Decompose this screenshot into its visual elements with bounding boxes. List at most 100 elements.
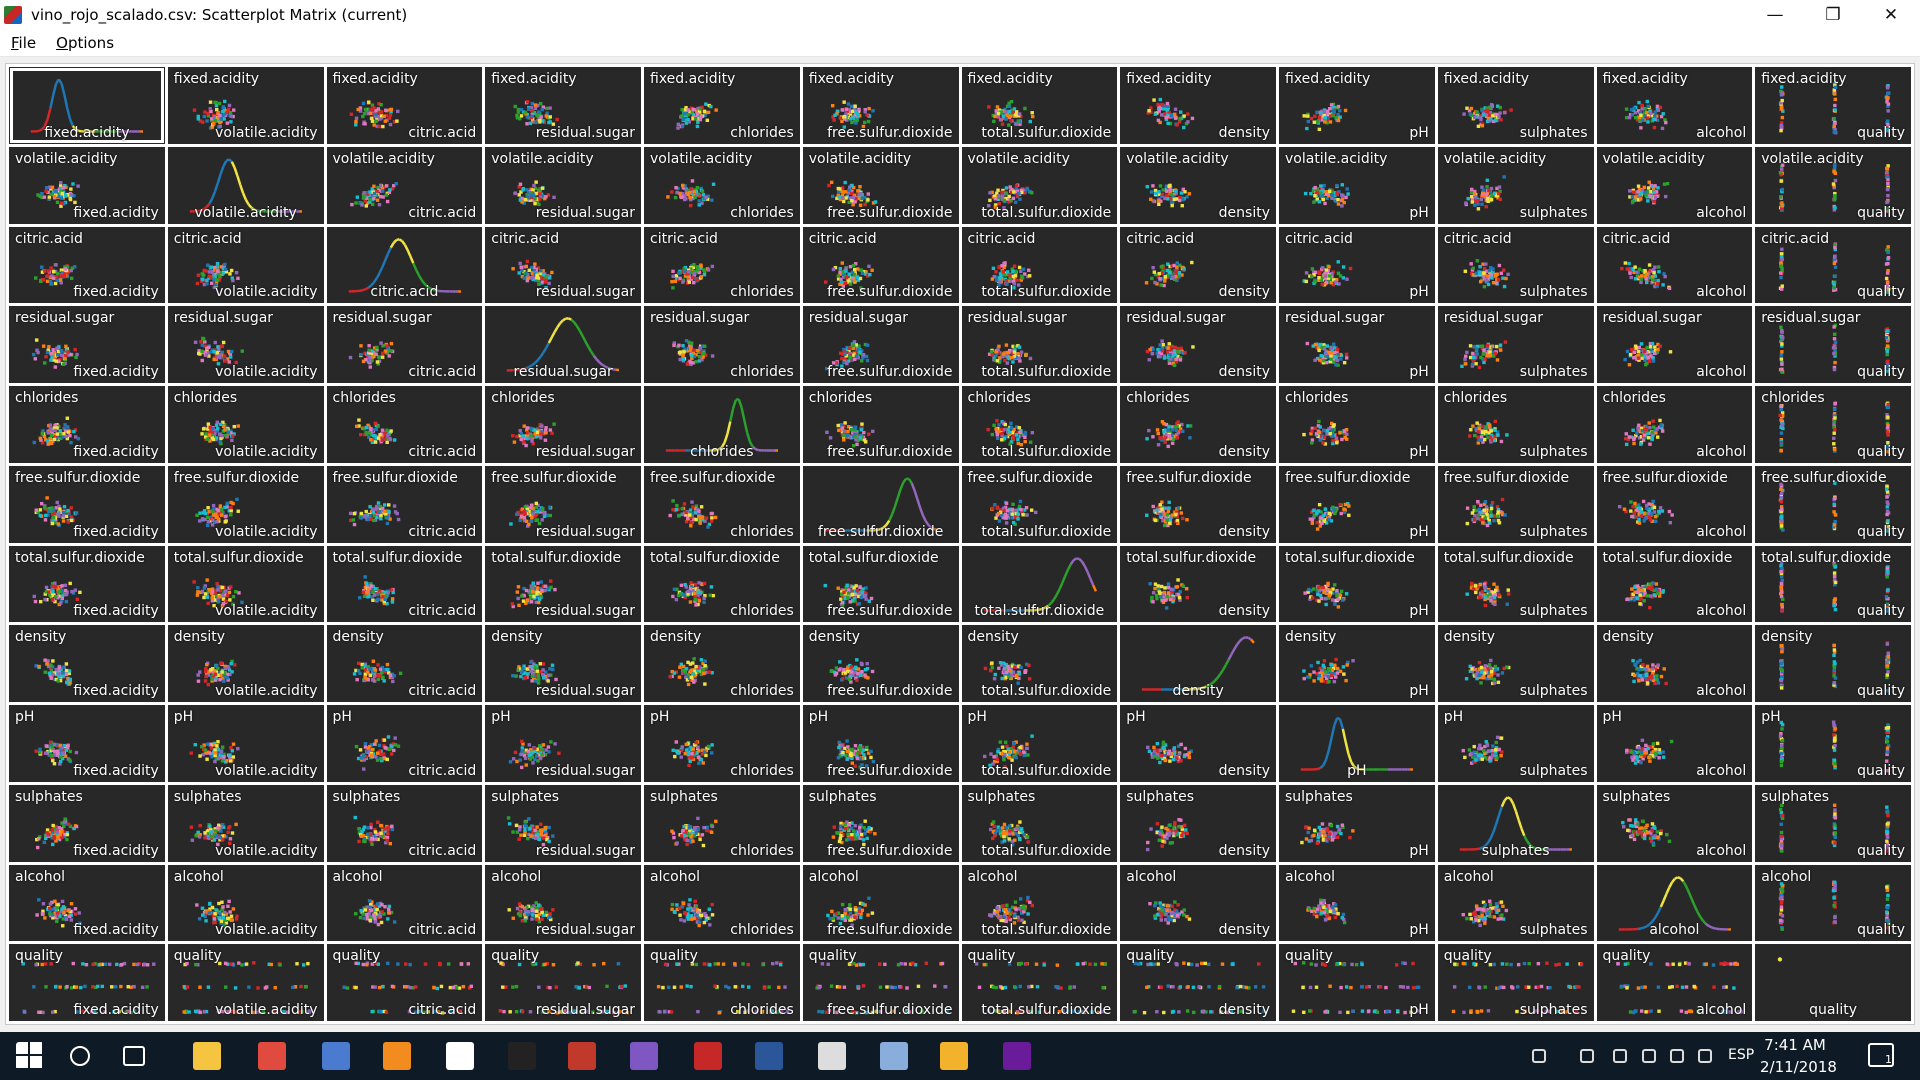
plot-free.sulfur.dioxide-vs-density[interactable]: free.sulfur.dioxide density — [1120, 465, 1276, 543]
plot-residual.sugar-vs-free.sulfur.dioxide[interactable]: residual.sugar free.sulfur.dioxide — [802, 306, 959, 383]
plot-chlorides-vs-volatile.acidity[interactable]: chlorides volatile.acidity — [167, 386, 324, 463]
plot-residual.sugar-vs-total.sulfur.dioxide[interactable]: residual.sugar total.sulfur.dioxide — [961, 306, 1118, 383]
plot-fixed.acidity-vs-free.sulfur.dioxide[interactable]: fixed.acidity free.sulfur.dioxide — [802, 67, 959, 144]
scatter-point — [860, 196, 864, 200]
plot-fixed.acidity-vs-density[interactable]: fixed.acidity density — [1120, 67, 1276, 144]
scatter-point — [204, 278, 209, 282]
plot-volatile.acidity-vs-volatile.acidity[interactable]: volatile.acidity — [167, 146, 324, 224]
minimize-button[interactable]: — — [1746, 0, 1804, 30]
scatter-point — [1477, 507, 1481, 511]
plot-chlorides-vs-density[interactable]: chlorides density — [1120, 386, 1276, 463]
plot-citric.acid-vs-pH[interactable]: citric.acid pH — [1279, 226, 1435, 304]
plot-chlorides-vs-citric.acid[interactable]: chlorides citric.acid — [326, 386, 483, 463]
menu-file[interactable]: File — [0, 34, 46, 52]
plot-free.sulfur.dioxide-vs-residual.sugar[interactable]: free.sulfur.dioxide residual.sugar — [485, 465, 641, 543]
plot-chlorides-vs-quality[interactable]: chlorides quality — [1755, 386, 1911, 463]
plot-citric.acid-vs-fixed.acidity[interactable]: citric.acid fixed.acidity — [9, 226, 165, 304]
scatter-point — [48, 441, 52, 446]
plot-volatile.acidity-vs-fixed.acidity[interactable]: volatile.acidity fixed.acidity — [9, 146, 165, 224]
plot-free.sulfur.dioxide-vs-sulphates[interactable]: free.sulfur.dioxide sulphates — [1437, 465, 1594, 543]
plot-residual.sugar-vs-alcohol[interactable]: residual.sugar alcohol — [1596, 306, 1753, 383]
plot-volatile.acidity-vs-free.sulfur.dioxide[interactable]: volatile.acidity free.sulfur.dioxide — [802, 146, 959, 224]
plot-free.sulfur.dioxide-vs-fixed.acidity[interactable]: free.sulfur.dioxide fixed.acidity — [9, 465, 165, 543]
plot-fixed.acidity-vs-sulphates[interactable]: fixed.acidity sulphates — [1437, 67, 1594, 144]
menu-options[interactable]: Options — [46, 34, 124, 52]
plot-citric.acid-vs-citric.acid[interactable]: citric.acid — [326, 226, 483, 304]
plot-volatile.acidity-vs-quality[interactable]: volatile.acidity quality — [1755, 146, 1911, 224]
plot-fixed.acidity-vs-residual.sugar[interactable]: fixed.acidity residual.sugar — [485, 67, 641, 144]
plot-fixed.acidity-vs-pH[interactable]: fixed.acidity pH — [1279, 67, 1435, 144]
plot-residual.sugar-vs-residual.sugar[interactable]: residual.sugar — [485, 306, 641, 383]
plot-citric.acid-vs-alcohol[interactable]: citric.acid alcohol — [1596, 226, 1753, 304]
plot-fixed.acidity-vs-total.sulfur.dioxide[interactable]: fixed.acidity total.sulfur.dioxide — [961, 67, 1118, 144]
plot-chlorides-vs-free.sulfur.dioxide[interactable]: chlorides free.sulfur.dioxide — [802, 386, 959, 463]
plot-canvas — [30, 78, 143, 133]
scatter-point — [1004, 278, 1008, 282]
plot-citric.acid-vs-residual.sugar[interactable]: citric.acid residual.sugar — [485, 226, 641, 304]
scatter-point — [521, 186, 526, 191]
plot-citric.acid-vs-density[interactable]: citric.acid density — [1120, 226, 1276, 304]
plot-volatile.acidity-vs-total.sulfur.dioxide[interactable]: volatile.acidity total.sulfur.dioxide — [961, 146, 1118, 224]
plot-residual.sugar-vs-volatile.acidity[interactable]: residual.sugar volatile.acidity — [167, 306, 324, 383]
scatter-point — [1312, 200, 1316, 204]
scatter-point — [1163, 523, 1167, 527]
plot-residual.sugar-vs-pH[interactable]: residual.sugar pH — [1279, 306, 1435, 383]
plot-free.sulfur.dioxide-vs-total.sulfur.dioxide[interactable]: free.sulfur.dioxide total.sulfur.dioxide — [961, 465, 1118, 543]
scatter-point — [220, 109, 225, 114]
restore-button[interactable]: ❐ — [1804, 0, 1862, 30]
plot-chlorides-vs-total.sulfur.dioxide[interactable]: chlorides total.sulfur.dioxide — [961, 386, 1118, 463]
plot-free.sulfur.dioxide-vs-pH[interactable]: free.sulfur.dioxide pH — [1279, 465, 1435, 543]
plot-residual.sugar-vs-citric.acid[interactable]: residual.sugar citric.acid — [326, 306, 483, 383]
scatter-point — [377, 117, 382, 121]
scatter-point — [851, 444, 856, 448]
plot-citric.acid-vs-sulphates[interactable]: citric.acid sulphates — [1437, 226, 1594, 304]
scatter-point — [1009, 99, 1013, 104]
plot-citric.acid-vs-chlorides[interactable]: citric.acid chlorides — [644, 226, 800, 304]
close-button[interactable]: ✕ — [1862, 0, 1920, 30]
plot-citric.acid-vs-quality[interactable]: citric.acid quality — [1755, 226, 1911, 304]
plot-free.sulfur.dioxide-vs-volatile.acidity[interactable]: free.sulfur.dioxide volatile.acidity — [167, 465, 324, 543]
density-curve-segment — [907, 477, 913, 484]
scatter-point — [1638, 113, 1643, 117]
plot-fixed.acidity-vs-citric.acid[interactable]: fixed.acidity citric.acid — [326, 67, 483, 144]
scatter-point — [1469, 187, 1474, 191]
plot-fixed.acidity-vs-fixed.acidity[interactable]: fixed.acidity — [9, 67, 165, 144]
plot-fixed.acidity-vs-alcohol[interactable]: fixed.acidity alcohol — [1596, 67, 1753, 144]
scatter-point — [1885, 336, 1889, 340]
scatter-point — [201, 510, 205, 515]
scatter-point — [1886, 244, 1891, 249]
plot-residual.sugar-vs-density[interactable]: residual.sugar density — [1120, 306, 1276, 383]
scatter-point — [223, 519, 227, 524]
plot-chlorides-vs-alcohol[interactable]: chlorides alcohol — [1596, 386, 1753, 463]
plot-chlorides-vs-sulphates[interactable]: chlorides sulphates — [1437, 386, 1594, 463]
plot-chlorides-vs-pH[interactable]: chlorides pH — [1279, 386, 1435, 463]
plot-volatile.acidity-vs-sulphates[interactable]: volatile.acidity sulphates — [1437, 146, 1594, 224]
plot-chlorides-vs-residual.sugar[interactable]: chlorides residual.sugar — [485, 386, 641, 463]
scatter-point — [201, 337, 206, 342]
plot-volatile.acidity-vs-citric.acid[interactable]: volatile.acidity citric.acid — [326, 146, 483, 224]
plot-residual.sugar-vs-fixed.acidity[interactable]: residual.sugar fixed.acidity — [9, 306, 165, 383]
plot-volatile.acidity-vs-residual.sugar[interactable]: volatile.acidity residual.sugar — [485, 146, 641, 224]
scatter-point — [1160, 113, 1164, 117]
plot-chlorides-vs-chlorides[interactable]: chlorides — [644, 386, 800, 463]
plot-volatile.acidity-vs-pH[interactable]: volatile.acidity pH — [1279, 146, 1435, 224]
plot-chlorides-vs-fixed.acidity[interactable]: chlorides fixed.acidity — [9, 386, 165, 463]
plot-residual.sugar-vs-quality[interactable]: residual.sugar quality — [1755, 306, 1911, 383]
plot-residual.sugar-vs-chlorides[interactable]: residual.sugar chlorides — [644, 306, 800, 383]
plot-citric.acid-vs-total.sulfur.dioxide[interactable]: citric.acid total.sulfur.dioxide — [961, 226, 1118, 304]
plot-volatile.acidity-vs-chlorides[interactable]: volatile.acidity chlorides — [644, 146, 800, 224]
plot-citric.acid-vs-free.sulfur.dioxide[interactable]: citric.acid free.sulfur.dioxide — [802, 226, 959, 304]
plot-residual.sugar-vs-sulphates[interactable]: residual.sugar sulphates — [1437, 306, 1594, 383]
scatter-point — [1833, 97, 1838, 102]
plot-volatile.acidity-vs-density[interactable]: volatile.acidity density — [1120, 146, 1276, 224]
scatter-point — [1313, 358, 1317, 363]
plot-fixed.acidity-vs-volatile.acidity[interactable]: fixed.acidity volatile.acidity — [167, 67, 324, 144]
plot-free.sulfur.dioxide-vs-citric.acid[interactable]: free.sulfur.dioxide citric.acid — [326, 465, 483, 543]
plot-free.sulfur.dioxide-vs-free.sulfur.dioxide[interactable]: free.sulfur.dioxide — [802, 465, 959, 543]
plot-fixed.acidity-vs-chlorides[interactable]: fixed.acidity chlorides — [644, 67, 800, 144]
plot-citric.acid-vs-volatile.acidity[interactable]: citric.acid volatile.acidity — [167, 226, 324, 304]
plot-fixed.acidity-vs-quality[interactable]: fixed.acidity quality — [1755, 67, 1911, 144]
plot-volatile.acidity-vs-alcohol[interactable]: volatile.acidity alcohol — [1596, 146, 1753, 224]
scatter-point — [1780, 90, 1785, 95]
plot-free.sulfur.dioxide-vs-chlorides[interactable]: free.sulfur.dioxide chlorides — [644, 465, 800, 543]
